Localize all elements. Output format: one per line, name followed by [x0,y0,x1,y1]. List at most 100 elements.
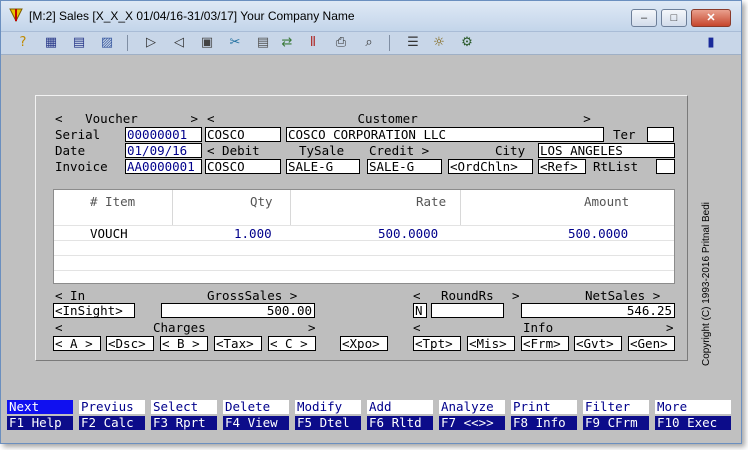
row-amount-cell[interactable]: 500.0000 [568,226,628,241]
window-title: [M:2] Sales [X_X_X 01/04/16-31/03/17] Yo… [29,9,355,23]
prev-arrow-icon[interactable]: ◁ [171,35,187,51]
close-button[interactable]: ✕ [691,9,731,27]
voucher-header: < Voucher > [55,111,198,126]
fkey-filter[interactable]: Filter [583,400,649,414]
fkey-next[interactable]: Next [7,400,73,414]
date-label: Date [55,143,86,158]
copyright-text: Copyright (C) 1993-2016 Pritnal Bedi [701,202,712,366]
fkey-select[interactable]: Select [151,400,217,414]
fkey-f10-exec[interactable]: F10 Exec [655,416,731,430]
grid-line [54,270,674,271]
charges-header-left: < [55,320,63,335]
customer-header: < Customer > [207,111,591,126]
fkey-f7-nav[interactable]: F7 <<>> [439,416,505,430]
column-header-item[interactable]: # Item [90,194,135,209]
grosssales-label: GrossSales > [207,288,298,303]
roundrs-field[interactable] [431,303,504,318]
exit-icon[interactable]: ▮ [703,35,719,51]
charge-c-button[interactable]: < C > [268,336,316,351]
round-flag-field[interactable]: N [413,303,427,318]
ref-button[interactable]: <Ref> [538,159,586,174]
customer-name-field[interactable]: COSCO CORPORATION LLC [286,127,604,142]
minimize-button[interactable]: – [631,9,657,27]
fkey-f4-view[interactable]: F4 View [223,416,289,430]
fkey-f8-info[interactable]: F8 Info [511,416,577,430]
date-field[interactable]: 01/09/16 [125,143,202,158]
charge-tax-button[interactable]: <Tax> [214,336,262,351]
city-field[interactable]: LOS ANGELES [538,143,675,158]
credit-label: Credit > [369,143,430,158]
title-bar[interactable]: [M:2] Sales [X_X_X 01/04/16-31/03/17] Yo… [1,1,741,32]
fkey-print[interactable]: Print [511,400,577,414]
grosssales-field[interactable]: 500.00 [161,303,315,318]
info-gen-button[interactable]: <Gen> [628,336,675,351]
row-qty-cell[interactable]: 1.000 [234,226,272,241]
copy-icon[interactable]: ▤ [255,35,271,51]
tysale-field[interactable]: SALE-G [286,159,360,174]
fkey-analyze[interactable]: Analyze [439,400,505,414]
insight-button[interactable]: <InSight> [53,303,135,318]
grid-icon[interactable]: ▦ [43,35,59,51]
row-item-cell[interactable]: VOUCH [90,226,128,241]
debit-label: < Debit [207,143,260,158]
fkey-more[interactable]: More [655,400,731,414]
invoice-label: Invoice [55,159,108,174]
charge-b-button[interactable]: < B > [160,336,208,351]
maximize-button[interactable]: □ [661,9,687,27]
info-frm-button[interactable]: <Frm> [521,336,569,351]
preview-icon[interactable]: ☼ [431,35,447,51]
roundrs-right-bracket: > [512,288,520,303]
row-rate-cell[interactable]: 500.0000 [378,226,438,241]
notes-icon[interactable]: ☰ [405,35,421,51]
fkey-previus[interactable]: Previus [79,400,145,414]
search-icon[interactable]: ⌕ [361,35,377,51]
invoice-field[interactable]: AA0000001 [125,159,202,174]
rtlist-field[interactable] [656,159,675,174]
serial-field[interactable]: 00000001 [125,127,202,142]
info-gvt-button[interactable]: <Gvt> [574,336,622,351]
charge-dsc-button[interactable]: <Dsc> [106,336,154,351]
customer-code-field[interactable]: COSCO [205,127,281,142]
next-arrow-icon[interactable]: ▷ [143,35,159,51]
column-divider [460,190,461,225]
netsales-field[interactable]: 546.25 [521,303,675,318]
column-header-amount[interactable]: Amount [584,194,629,209]
items-grid[interactable]: # Item Qty Rate Amount VOUCH 1.000 500.0… [53,189,675,284]
column-header-rate[interactable]: Rate [416,194,446,209]
transfer-icon[interactable]: ⇄ [279,35,295,51]
info-header-left: < [413,320,421,335]
debit-field[interactable]: COSCO [205,159,281,174]
in-label: < In [55,288,86,303]
xpo-button[interactable]: <Xpo> [340,336,388,351]
column-divider [172,190,173,225]
fkey-f5-dtel[interactable]: F5 Dtel [295,416,361,430]
fkey-f1-help[interactable]: F1 Help [7,416,73,430]
chart-icon[interactable]: Ⅱ [305,35,321,51]
fkey-add[interactable]: Add [367,400,433,414]
tysale-label: TySale [299,143,345,158]
help-icon[interactable]: ? [15,35,31,51]
netsales-label: NetSales > [585,288,661,303]
fkey-f3-rprt[interactable]: F3 Rprt [151,416,217,430]
charge-a-button[interactable]: < A > [53,336,101,351]
fkey-f6-rltd[interactable]: F6 Rltd [367,416,433,430]
credit-field[interactable]: SALE-G [367,159,442,174]
fkey-f9-cfrm[interactable]: F9 CFrm [583,416,649,430]
info-tpt-button[interactable]: <Tpt> [413,336,461,351]
open-icon[interactable]: ▣ [199,35,215,51]
table-icon[interactable]: ▤ [71,35,87,51]
settings-icon[interactable]: ⚙ [459,35,475,51]
ordchln-button[interactable]: <OrdChln> [448,159,533,174]
tools-icon[interactable]: ✂ [227,35,243,51]
column-divider [290,190,291,225]
fkey-delete[interactable]: Delete [223,400,289,414]
print-icon[interactable]: ⎙ [333,35,349,51]
report-icon[interactable]: ▨ [99,35,115,51]
toolbar-divider [389,35,390,51]
column-header-qty[interactable]: Qty [250,194,273,209]
fkey-f2-calc[interactable]: F2 Calc [79,416,145,430]
fkey-modify[interactable]: Modify [295,400,361,414]
info-header: Info [523,320,554,335]
ter-field[interactable] [647,127,674,142]
info-mis-button[interactable]: <Mis> [467,336,515,351]
